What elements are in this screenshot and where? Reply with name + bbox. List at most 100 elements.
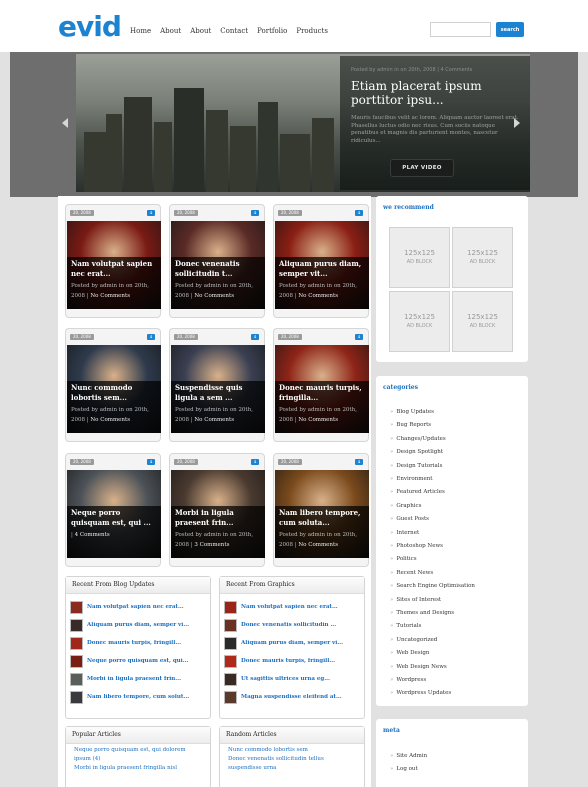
list-item[interactable]: Morbi in ligula praesent frin...	[70, 670, 206, 688]
comment-count-icon[interactable]: 4	[147, 459, 155, 465]
category-link[interactable]: Guest Posts	[390, 516, 429, 523]
list-item-link[interactable]: Aliquam purus diam, semper vi...	[241, 640, 343, 646]
list-item-link[interactable]: Morbi in ligula praesent frin...	[87, 676, 181, 682]
list-item[interactable]: Donec mauris turpis, fringill...	[70, 634, 206, 652]
category-link[interactable]: Featured Articles	[390, 489, 444, 496]
category-link[interactable]: Graphics	[390, 503, 421, 510]
list-item-link[interactable]: Magna suspendisse eleifend at...	[241, 694, 342, 700]
nav-products[interactable]: Products	[296, 27, 328, 35]
random-item[interactable]: Donec venenatis sollicitudin tellus susp…	[228, 755, 356, 773]
category-link[interactable]: Sites of Interest	[390, 597, 441, 604]
post-title[interactable]: Suspendisse quis ligula a sem ...	[175, 383, 263, 403]
site-logo[interactable]: evid	[58, 13, 122, 41]
category-link[interactable]: Design Tutorials	[390, 463, 442, 470]
list-item[interactable]: Nam volutpat sapien nec erat...	[70, 598, 206, 616]
ad-block[interactable]: 125x125 AD BLOCK	[452, 291, 513, 352]
thumbnail-image[interactable]	[224, 672, 237, 686]
nav-about-2[interactable]: About	[190, 27, 211, 35]
post-thumbnail[interactable]: Morbi in ligula praesent frin... Posted b…	[171, 470, 265, 558]
post-thumbnail[interactable]: Aliquam purus diam, semper vit... Posted …	[275, 221, 369, 309]
list-item[interactable]: Aliquam purus diam, semper vi...	[70, 616, 206, 634]
list-item-link[interactable]: Nam volutpat sapien nec erat...	[87, 604, 184, 610]
thumbnail-image[interactable]	[70, 618, 83, 632]
post-title[interactable]: Aliquam purus diam, semper vit...	[279, 259, 367, 279]
thumbnail-image[interactable]	[224, 690, 237, 704]
nav-contact[interactable]: Contact	[220, 27, 248, 35]
post-title[interactable]: Neque porro quisquam est, qui ...	[71, 508, 159, 528]
post-title[interactable]: Nam volutpat sapien nec erat...	[71, 259, 159, 279]
category-link[interactable]: Politics	[390, 556, 416, 563]
ad-block[interactable]: 125x125 AD BLOCK	[389, 291, 450, 352]
list-item-link[interactable]: Donec mauris turpis, fringill...	[87, 640, 181, 646]
post-thumbnail[interactable]: Nam volutpat sapien nec erat... Posted by…	[67, 221, 161, 309]
post-card[interactable]: 20, 2008 4 Nunc commodo lobortis sem... Pos…	[65, 328, 161, 442]
post-card[interactable]: 20, 2008 4 Nam libero tempore, cum soluta.…	[273, 453, 369, 567]
ad-block[interactable]: 125x125 AD BLOCK	[389, 227, 450, 288]
list-item[interactable]: Neque porro quisquam est, qui...	[70, 652, 206, 670]
thumbnail-image[interactable]	[224, 600, 237, 614]
category-link[interactable]: Environment	[390, 476, 432, 483]
post-title[interactable]: Morbi in ligula praesent frin...	[175, 508, 263, 528]
category-link[interactable]: Bug Reports	[390, 422, 431, 429]
list-item-link[interactable]: Nam libero tempore, cum solut...	[87, 694, 189, 700]
post-thumbnail[interactable]: Neque porro quisquam est, qui ... | 4 Co…	[67, 470, 161, 558]
ad-block[interactable]: 125x125 AD BLOCK	[452, 227, 513, 288]
comment-count-icon[interactable]: 4	[147, 334, 155, 340]
comment-count-icon[interactable]: 4	[355, 210, 363, 216]
thumbnail-image[interactable]	[224, 636, 237, 650]
category-link[interactable]: Photoshop News	[390, 543, 443, 550]
play-video-button[interactable]: PLAY VIDEO	[390, 159, 454, 177]
post-title[interactable]: Nunc commodo lobortis sem...	[71, 383, 159, 403]
thumbnail-image[interactable]	[70, 690, 83, 704]
post-thumbnail[interactable]: Suspendisse quis ligula a sem ... Posted …	[171, 345, 265, 433]
post-card[interactable]: 20, 2008 4 Aliquam purus diam, semper vit.…	[273, 204, 369, 318]
list-item[interactable]: Nam libero tempore, cum solut...	[70, 688, 206, 706]
list-item[interactable]: Donec venenatis sollicitudin ...	[224, 616, 360, 634]
random-item[interactable]: Nunc commodo lobortis sem	[228, 746, 356, 755]
list-item[interactable]: Magna suspendisse eleifend at...	[224, 688, 360, 706]
popular-item[interactable]: Morbi in ligula praesent fringilla nisl	[74, 764, 202, 773]
post-card[interactable]: 20, 2008 4 Neque porro quisquam est, qui .…	[65, 453, 161, 567]
meta-item-log-out[interactable]: Log out	[390, 766, 417, 772]
thumbnail-image[interactable]	[224, 618, 237, 632]
post-card[interactable]: 20, 2008 4 Nam volutpat sapien nec erat...…	[65, 204, 161, 318]
post-card[interactable]: 20, 2008 4 Donec mauris turpis, fringilla.…	[273, 328, 369, 442]
list-item[interactable]: Nam volutpat sapien nec erat...	[224, 598, 360, 616]
comment-count-icon[interactable]: 4	[251, 334, 259, 340]
comment-count-icon[interactable]: 4	[355, 459, 363, 465]
list-item-link[interactable]: Donec mauris turpis, fringill...	[241, 658, 335, 664]
list-item[interactable]: Aliquam purus diam, semper vi...	[224, 634, 360, 652]
search-button[interactable]: search	[496, 22, 524, 37]
slider-next-arrow-icon[interactable]	[514, 118, 520, 128]
thumbnail-image[interactable]	[70, 600, 83, 614]
category-link[interactable]: Wordpress Updates	[390, 690, 451, 697]
post-title[interactable]: Donec mauris turpis, fringilla...	[279, 383, 367, 403]
post-title[interactable]: Nam libero tempore, cum soluta...	[279, 508, 367, 528]
post-card[interactable]: 20, 2008 4 Donec venenatis sollicitudin t.…	[169, 204, 265, 318]
category-link[interactable]: Design Spotlight	[390, 449, 443, 456]
thumbnail-image[interactable]	[224, 654, 237, 668]
category-link[interactable]: Blog Updates	[390, 409, 434, 416]
list-item-link[interactable]: Nam volutpat sapien nec erat...	[241, 604, 338, 610]
meta-item-site-admin[interactable]: Site Admin	[390, 753, 427, 759]
comment-count-icon[interactable]: 4	[355, 334, 363, 340]
list-item-link[interactable]: Ut sagittis ultrices urna eg...	[241, 676, 330, 682]
list-item[interactable]: Donec mauris turpis, fringill...	[224, 652, 360, 670]
post-thumbnail[interactable]: Nunc commodo lobortis sem... Posted by ad…	[67, 345, 161, 433]
post-thumbnail[interactable]: Nam libero tempore, cum soluta... Posted …	[275, 470, 369, 558]
comment-count-icon[interactable]: 4	[251, 459, 259, 465]
post-thumbnail[interactable]: Donec mauris turpis, fringilla... Posted …	[275, 345, 369, 433]
post-title[interactable]: Donec venenatis sollicitudin t...	[175, 259, 263, 279]
nav-about[interactable]: About	[160, 27, 181, 35]
nav-home[interactable]: Home	[130, 27, 151, 35]
post-card[interactable]: 20, 2008 4 Morbi in ligula praesent frin..…	[169, 453, 265, 567]
list-item[interactable]: Ut sagittis ultrices urna eg...	[224, 670, 360, 688]
category-link[interactable]: Internet	[390, 530, 419, 537]
list-item-link[interactable]: Neque porro quisquam est, qui...	[87, 658, 189, 664]
category-link[interactable]: Search Engine Optimisation	[390, 583, 475, 590]
popular-item[interactable]: Neque porro quisquam est, qui dolorem ip…	[74, 746, 202, 764]
comment-count-icon[interactable]: 4	[251, 210, 259, 216]
post-thumbnail[interactable]: Donec venenatis sollicitudin t... Posted …	[171, 221, 265, 309]
list-item-link[interactable]: Donec venenatis sollicitudin ...	[241, 622, 336, 628]
category-link[interactable]: Uncategorized	[390, 637, 437, 644]
